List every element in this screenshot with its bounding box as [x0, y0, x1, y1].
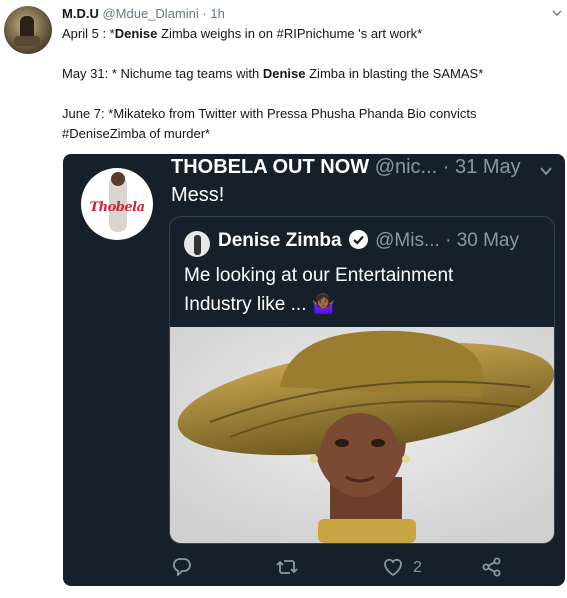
quoted-avatar[interactable] — [184, 231, 210, 257]
action-bar: 2 — [63, 552, 565, 582]
tweet-line: #DeniseZimba of murder* — [62, 126, 211, 141]
quoted-time[interactable]: 30 May — [457, 230, 519, 251]
tweet-line: April 5 : *Denise Zimba weighs in on #RI… — [62, 26, 423, 41]
display-name[interactable]: M.D.U — [62, 6, 99, 21]
quoted-handle[interactable]: @Mis... — [375, 230, 440, 251]
separator-dot: · — [202, 6, 207, 21]
heart-icon[interactable] — [381, 556, 405, 578]
avatar-figure-base — [14, 36, 40, 46]
quoted-display-name[interactable]: Denise Zimba — [218, 230, 342, 251]
embedded-display-name[interactable]: THOBELA OUT NOW — [171, 156, 369, 178]
embedded-tweet-card[interactable]: Thobela THOBELA OUT NOW @nic... · 31 May… — [63, 154, 565, 586]
tweet-line: May 31: * Nichume tag teams with Denise … — [62, 66, 484, 81]
quoted-text: Me looking at our Entertainment Industry… — [184, 261, 544, 319]
user-avatar[interactable] — [4, 6, 52, 54]
avatar-figure — [194, 235, 201, 255]
quoted-text-line: Me looking at our Entertainment — [184, 265, 454, 286]
quoted-text-line: Industry like ... 🤷🏾‍♀️ — [184, 294, 336, 315]
embedded-handle[interactable]: @nic... — [375, 156, 438, 178]
quoted-header: Denise Zimba @Mis... · 30 May — [218, 230, 519, 252]
chevron-down-icon[interactable] — [539, 164, 553, 178]
embedded-text: Mess! — [171, 184, 225, 206]
tweet-header: M.D.U @Mdue_Dlamini · 1h — [62, 6, 225, 21]
retweet-icon[interactable] — [275, 556, 299, 578]
photo-person-in-hat — [170, 327, 554, 543]
reply-icon[interactable] — [171, 556, 193, 578]
embedded-header: THOBELA OUT NOW @nic... · 31 May — [171, 156, 521, 179]
quoted-photo[interactable] — [170, 327, 554, 543]
user-handle[interactable]: @Mdue_Dlamini — [102, 6, 198, 21]
share-icon[interactable] — [481, 556, 503, 578]
tweet-time[interactable]: 1h — [210, 6, 224, 21]
avatar-head — [111, 172, 125, 186]
like-count: 2 — [413, 559, 422, 576]
chevron-down-icon[interactable] — [552, 8, 562, 18]
tweet-line: June 7: *Mikateko from Twitter with Pres… — [62, 106, 477, 121]
embedded-time[interactable]: 31 May — [455, 156, 521, 178]
avatar-logo-text: Thobela — [89, 200, 145, 215]
separator-dot: · — [445, 230, 452, 251]
separator-dot: · — [442, 156, 450, 178]
quoted-tweet[interactable]: Denise Zimba @Mis... · 30 May Me looking… — [169, 216, 555, 544]
tweet-text: April 5 : *Denise Zimba weighs in on #RI… — [62, 24, 557, 144]
verified-badge-icon — [348, 230, 368, 249]
embedded-avatar[interactable]: Thobela — [81, 168, 153, 240]
